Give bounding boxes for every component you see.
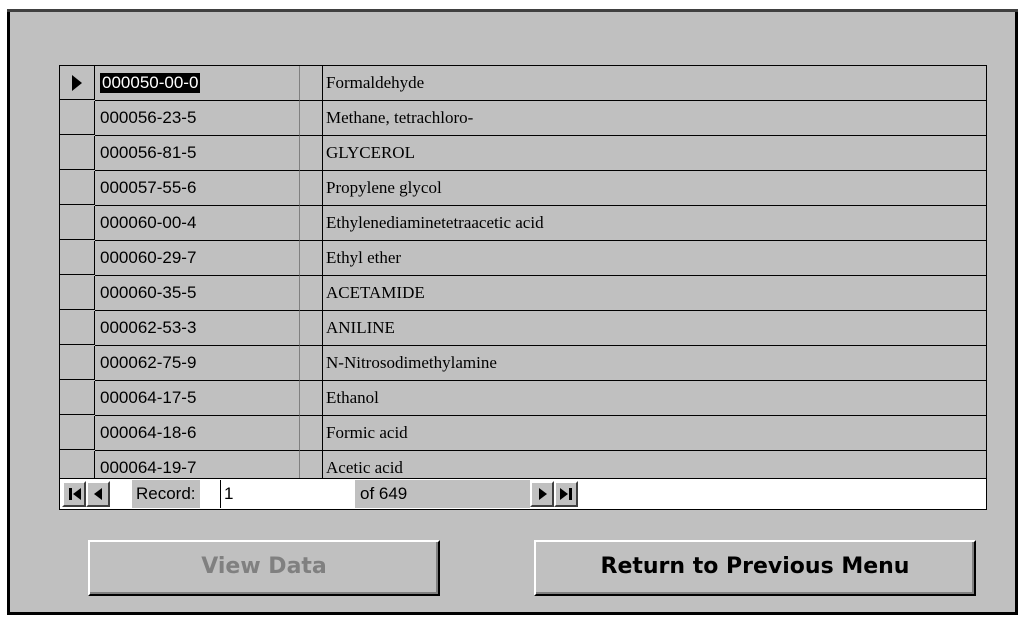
record-selector[interactable]	[60, 311, 95, 345]
table-row[interactable]: 000057-55-6 Propylene glycol	[60, 171, 986, 206]
chemical-name-cell[interactable]: Ethylenediaminetetraacetic acid	[323, 206, 986, 241]
record-selector[interactable]	[60, 101, 95, 135]
first-record-button[interactable]	[62, 481, 86, 507]
cas-number-text: 000056-81-5	[100, 143, 197, 162]
table-row[interactable]: 000060-29-7 Ethyl ether	[60, 241, 986, 276]
cas-number-cell[interactable]: 000060-00-4	[95, 206, 300, 241]
chemical-name-cell[interactable]: ANILINE	[323, 311, 986, 346]
last-record-icon	[569, 488, 572, 500]
first-record-arrow-icon	[73, 488, 81, 500]
empty-column-cell[interactable]	[300, 276, 323, 311]
cas-number-cell[interactable]: 000060-29-7	[95, 241, 300, 276]
table-row[interactable]: 000064-19-7 Acetic acid	[60, 451, 986, 478]
table-row[interactable]: 000050-00-0 Formaldehyde	[60, 66, 986, 101]
empty-column-cell[interactable]	[300, 451, 323, 478]
record-navigation-bar: Record: 1 of 649	[60, 478, 986, 509]
chemical-name-cell[interactable]: GLYCEROL	[323, 136, 986, 171]
cas-number-text: 000057-55-6	[100, 178, 197, 197]
cas-number-text: 000060-29-7	[100, 248, 197, 267]
return-to-previous-menu-button[interactable]: Return to Previous Menu	[534, 540, 976, 596]
chemical-name-cell[interactable]: Propylene glycol	[323, 171, 986, 206]
cas-number-cell[interactable]: 000064-18-6	[95, 416, 300, 451]
cas-number-text: 000050-00-0	[100, 73, 201, 93]
empty-column-cell[interactable]	[300, 171, 323, 206]
record-selector[interactable]	[60, 136, 95, 170]
record-selector[interactable]	[60, 451, 95, 478]
chemical-name-cell[interactable]: Formaldehyde	[323, 66, 986, 101]
empty-column-cell[interactable]	[300, 416, 323, 451]
cas-number-text: 000062-53-3	[100, 318, 197, 337]
records-datasheet: 000050-00-0 Formaldehyde 000056-23-5 Methan…	[59, 65, 987, 510]
record-selector[interactable]	[60, 276, 95, 310]
cas-number-cell[interactable]: 000050-00-0	[95, 66, 300, 101]
next-record-icon	[539, 488, 547, 500]
current-record-input[interactable]: 1	[220, 480, 355, 508]
empty-column-cell[interactable]	[300, 346, 323, 381]
cas-number-cell[interactable]: 000062-75-9	[95, 346, 300, 381]
table-row[interactable]: 000060-35-5 ACETAMIDE	[60, 276, 986, 311]
previous-record-button[interactable]	[86, 481, 110, 507]
view-data-button[interactable]: View Data	[88, 540, 440, 596]
cas-number-text: 000064-17-5	[100, 388, 197, 407]
table-row[interactable]: 000064-17-5 Ethanol	[60, 381, 986, 416]
empty-column-cell[interactable]	[300, 101, 323, 136]
previous-record-icon	[94, 488, 102, 500]
empty-column-cell[interactable]	[300, 206, 323, 241]
table-row[interactable]: 000056-23-5 Methane, tetrachloro-	[60, 101, 986, 136]
record-label: Record:	[132, 480, 200, 508]
chemical-name-cell[interactable]: Methane, tetrachloro-	[323, 101, 986, 136]
chemical-name-cell[interactable]: Ethyl ether	[323, 241, 986, 276]
first-record-icon	[69, 488, 72, 500]
last-record-button[interactable]	[554, 481, 578, 507]
cas-number-cell[interactable]: 000060-35-5	[95, 276, 300, 311]
record-selector[interactable]	[60, 346, 95, 380]
table-row[interactable]: 000064-18-6 Formic acid	[60, 416, 986, 451]
empty-column-cell[interactable]	[300, 381, 323, 416]
empty-column-cell[interactable]	[300, 311, 323, 346]
table-row[interactable]: 000062-53-3 ANILINE	[60, 311, 986, 346]
next-record-button[interactable]	[530, 481, 554, 507]
table-row[interactable]: 000060-00-4 Ethylenediaminetetraacetic ac…	[60, 206, 986, 241]
chemical-name-cell[interactable]: Ethanol	[323, 381, 986, 416]
chemical-name-cell[interactable]: Formic acid	[323, 416, 986, 451]
cas-number-text: 000062-75-9	[100, 353, 197, 372]
cas-number-cell[interactable]: 000064-19-7	[95, 451, 300, 478]
table-row[interactable]: 000062-75-9 N-Nitrosodimethylamine	[60, 346, 986, 381]
cas-number-text: 000064-19-7	[100, 458, 197, 477]
cas-number-text: 000056-23-5	[100, 108, 197, 127]
record-selector[interactable]	[60, 206, 95, 240]
cas-number-cell[interactable]: 000062-53-3	[95, 311, 300, 346]
empty-column-cell[interactable]	[300, 66, 323, 101]
cas-number-cell[interactable]: 000057-55-6	[95, 171, 300, 206]
cas-number-cell[interactable]: 000056-23-5	[95, 101, 300, 136]
last-record-arrow-icon	[560, 488, 568, 500]
record-selector[interactable]	[60, 66, 95, 100]
chemical-name-cell[interactable]: N-Nitrosodimethylamine	[323, 346, 986, 381]
cas-number-cell[interactable]: 000064-17-5	[95, 381, 300, 416]
chemical-name-cell[interactable]: Acetic acid	[323, 451, 986, 478]
empty-column-cell[interactable]	[300, 136, 323, 171]
records-rows: 000050-00-0 Formaldehyde 000056-23-5 Methan…	[60, 66, 986, 478]
form-window: 000050-00-0 Formaldehyde 000056-23-5 Methan…	[7, 9, 1018, 615]
record-count-text: of 649	[355, 480, 530, 508]
cas-number-text: 000060-00-4	[100, 213, 197, 232]
return-menu-label: Return to Previous Menu	[600, 554, 910, 579]
view-data-label: View Data	[201, 554, 327, 579]
record-selector[interactable]	[60, 381, 95, 415]
empty-column-cell[interactable]	[300, 241, 323, 276]
chemical-name-cell[interactable]: ACETAMIDE	[323, 276, 986, 311]
current-record-arrow-icon	[72, 75, 82, 91]
record-selector[interactable]	[60, 416, 95, 450]
record-selector[interactable]	[60, 171, 95, 205]
record-selector[interactable]	[60, 241, 95, 275]
cas-number-text: 000060-35-5	[100, 283, 197, 302]
table-row[interactable]: 000056-81-5 GLYCEROL	[60, 136, 986, 171]
cas-number-cell[interactable]: 000056-81-5	[95, 136, 300, 171]
cas-number-text: 000064-18-6	[100, 423, 197, 442]
